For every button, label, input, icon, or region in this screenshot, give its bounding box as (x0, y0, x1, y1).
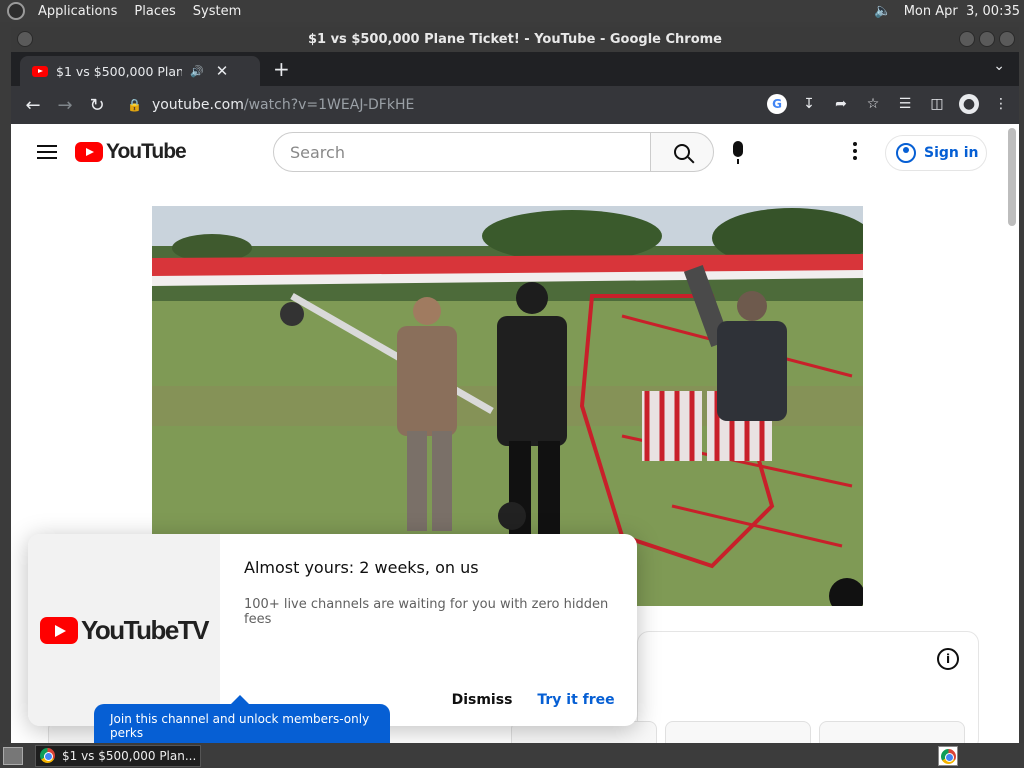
taskbar-window-label: $1 vs $500,000 Plan... (62, 748, 197, 763)
tooltip-text: Join this channel and unlock members-onl… (110, 712, 370, 740)
forward-button[interactable]: → (49, 95, 81, 116)
profile-avatar-icon[interactable]: ● (959, 94, 979, 114)
chrome-menu-icon[interactable]: ⋮ (991, 94, 1011, 114)
sign-in-button[interactable]: Sign in (885, 135, 987, 171)
close-window-button[interactable] (999, 31, 1015, 47)
chrome-tray-icon (940, 748, 956, 764)
window-menu-button[interactable] (17, 31, 33, 47)
system-menu[interactable]: System (189, 4, 245, 19)
info-icon[interactable]: i (937, 648, 959, 670)
new-tab-button[interactable]: + (273, 57, 290, 81)
google-lens-icon[interactable]: G (767, 94, 787, 114)
promo-title: Almost yours: 2 weeks, on us (244, 558, 479, 577)
url-path: /watch?v=1WEAJ-DFkHE (243, 97, 415, 113)
volume-icon[interactable]: 🔈 (874, 3, 891, 19)
places-menu[interactable]: Places (130, 4, 179, 19)
audio-playing-icon[interactable]: 🔊 (190, 65, 204, 78)
join-channel-tooltip: Join this channel and unlock members-onl… (94, 695, 390, 743)
share-icon[interactable]: ➦ (831, 94, 851, 114)
workspace-switcher[interactable] (938, 746, 958, 766)
youtube-wordmark: YouTube (106, 140, 187, 163)
search-button[interactable] (650, 132, 714, 172)
window-title: $1 vs $500,000 Plane Ticket! - YouTube -… (307, 32, 723, 47)
youtube-tv-wordmark: YouTubeTV (80, 614, 210, 645)
url-host: youtube.com (151, 97, 244, 113)
youtube-play-icon (75, 142, 103, 162)
page-scrollbar[interactable] (1008, 128, 1016, 226)
hamburger-menu-icon[interactable] (37, 141, 57, 163)
browser-toolbar: ← → ↻ 🔒 youtube.com/watch?v=1WEAJ-DFkHE … (11, 86, 1019, 124)
browser-window: $1 vs $500,000 Plane Ticket! - YouTube -… (11, 27, 1019, 743)
tab-strip: $1 vs $500,000 Plane Ticket! - YouTube 🔊… (11, 52, 1019, 86)
youtube-favicon-icon (32, 65, 48, 77)
reload-button[interactable]: ↻ (81, 95, 113, 116)
lock-icon[interactable]: 🔒 (127, 98, 142, 112)
gnome-foot-icon[interactable] (7, 2, 25, 20)
search-input[interactable]: Search (273, 132, 651, 172)
tab-title: $1 vs $500,000 Plane Ticket! - YouTube (56, 63, 182, 79)
account-icon (896, 143, 916, 163)
youtube-tv-logo: YouTubeTV (39, 614, 210, 646)
address-bar[interactable]: youtube.com/watch?v=1WEAJ-DFkHE (152, 97, 414, 113)
try-it-free-button[interactable]: Try it free (536, 688, 616, 712)
media-controls-icon[interactable]: ☰ (895, 94, 915, 114)
taskbar-window-button[interactable]: $1 vs $500,000 Plan... (35, 744, 201, 767)
settings-kebab-icon[interactable] (853, 142, 857, 163)
top-panel: Applications Places System 🔈 Mon Apr 3, … (0, 0, 1024, 22)
sign-in-label: Sign in (924, 145, 979, 161)
show-desktop-icon[interactable] (3, 746, 23, 765)
search-icon (674, 144, 690, 160)
bookmark-star-icon[interactable]: ☆ (863, 94, 883, 114)
maximize-button[interactable] (979, 31, 995, 47)
youtube-logo[interactable]: YouTube (75, 140, 187, 164)
youtube-tv-promo-dialog: YouTubeTV Almost yours: 2 weeks, on us 1… (28, 534, 637, 726)
thumbnail[interactable] (819, 721, 965, 743)
install-app-icon[interactable]: ↧ (799, 94, 819, 114)
chrome-icon (40, 748, 55, 763)
promo-body: 100+ live channels are waiting for you w… (244, 597, 609, 627)
applications-menu[interactable]: Applications (34, 4, 121, 19)
promo-logo-panel: YouTubeTV (28, 534, 220, 726)
back-button[interactable]: ← (17, 95, 49, 116)
side-panel-icon[interactable]: ◫ (927, 94, 947, 114)
tab-youtube[interactable]: $1 vs $500,000 Plane Ticket! - YouTube 🔊… (20, 56, 260, 86)
bottom-taskbar: $1 vs $500,000 Plan... (0, 743, 1024, 768)
tab-search-chevron-icon[interactable]: ⌄ (993, 58, 1005, 74)
minimize-button[interactable] (959, 31, 975, 47)
youtube-header: YouTube Search Sign in (11, 124, 1019, 180)
microphone-icon[interactable] (733, 141, 743, 164)
youtube-tv-play-icon (39, 616, 78, 644)
window-titlebar[interactable]: $1 vs $500,000 Plane Ticket! - YouTube -… (11, 27, 1019, 52)
dismiss-button[interactable]: Dismiss (446, 688, 518, 712)
youtube-page: YouTube Search Sign in i YouTubeTV Almos… (11, 124, 1019, 743)
close-tab-icon[interactable]: ✕ (216, 62, 229, 80)
clock[interactable]: Mon Apr 3, 00:35 (904, 4, 1020, 19)
thumbnail[interactable] (665, 721, 811, 743)
